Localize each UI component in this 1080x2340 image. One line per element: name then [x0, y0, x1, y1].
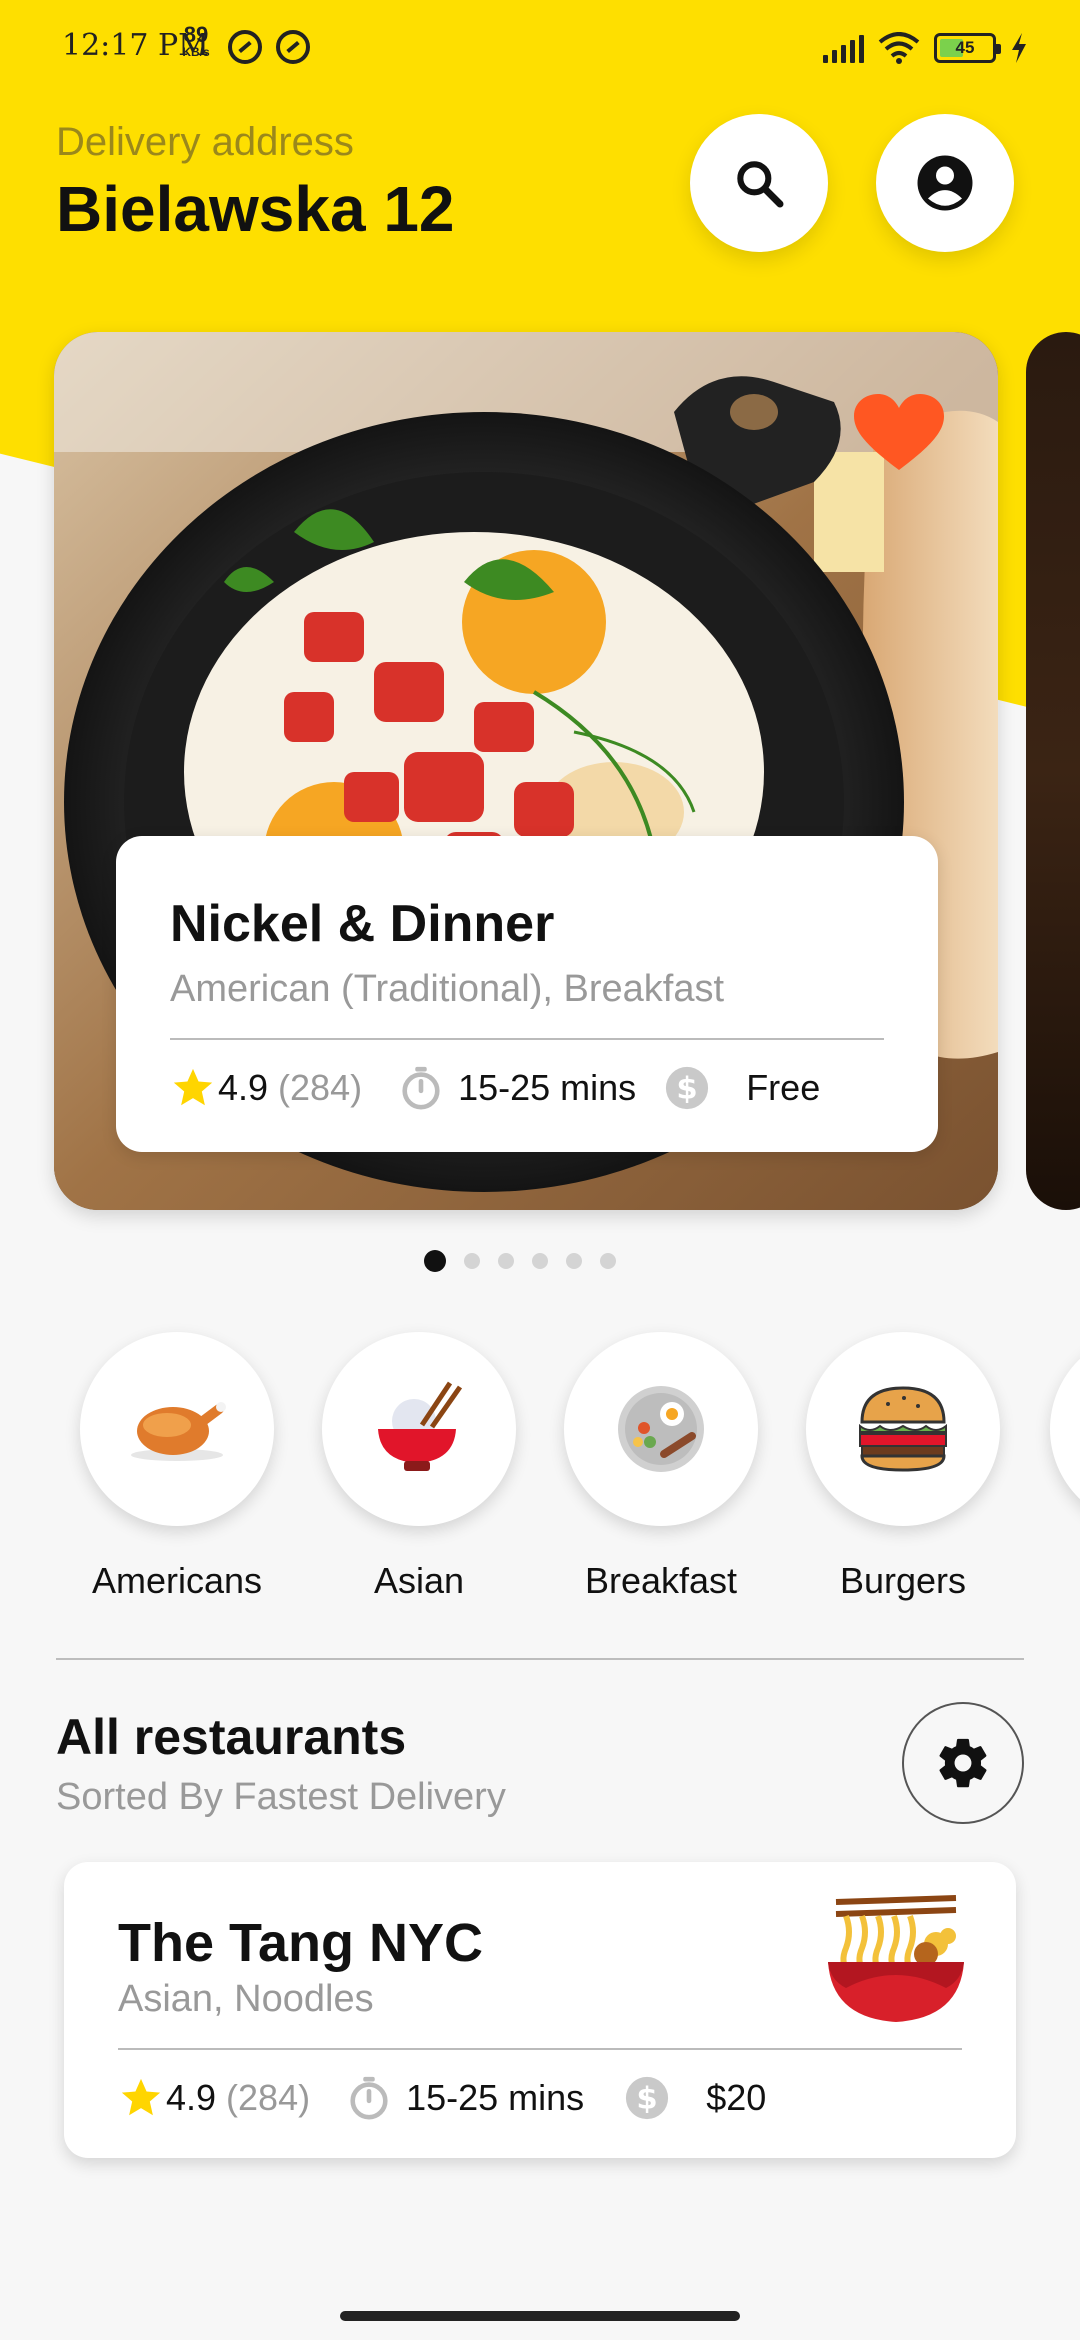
- svg-text:$: $: [637, 2082, 658, 2117]
- category-label: Americans: [91, 1560, 263, 1601]
- network-speed: 89 KB/s: [182, 22, 210, 59]
- carousel-pager: [424, 1250, 616, 1272]
- pager-dot[interactable]: [532, 1253, 548, 1269]
- sync-off-icon: [276, 30, 310, 64]
- category-americans-circle[interactable]: [80, 1332, 274, 1526]
- section-subtitle: Sorted By Fastest Delivery: [56, 1776, 506, 1818]
- category-next-partial[interactable]: [1050, 1332, 1080, 1526]
- delivery-address[interactable]: Bielawska 12: [56, 172, 455, 246]
- dollar-icon: $: [666, 1066, 709, 1110]
- featured-review-count: (284): [278, 1067, 363, 1108]
- featured-restaurant-name: Nickel & Dinner: [170, 895, 555, 953]
- category-breakfast[interactable]: Breakfast: [564, 1332, 758, 1602]
- featured-cuisine: American (Traditional), Breakfast: [170, 968, 725, 1010]
- restaurant-card[interactable]: The Tang NYC Asian, Noodles 4.9 (284) 15…: [64, 1862, 1016, 2158]
- pager-dot[interactable]: [464, 1253, 480, 1269]
- heart-icon[interactable]: [854, 394, 944, 474]
- category-label: Burgers: [839, 1560, 967, 1601]
- app-screen: 12:17 PM 89 KB/s 45 Delivery address Bie…: [0, 0, 1080, 2340]
- category-burgers-circle[interactable]: [806, 1332, 1000, 1526]
- restaurant-name: The Tang NYC: [118, 1913, 484, 1973]
- category-label: Asian: [373, 1560, 465, 1601]
- home-indicator[interactable]: [340, 2311, 740, 2321]
- category-asian-circle[interactable]: [322, 1332, 516, 1526]
- timer-icon: [402, 1066, 440, 1110]
- gear-icon: [939, 1738, 987, 1788]
- status-bar: 12:17 PM 89 KB/s 45: [0, 0, 1080, 96]
- restaurant-cuisine: Asian, Noodles: [118, 1978, 374, 2020]
- status-icons: 45: [823, 30, 1028, 66]
- signal-icon: [823, 33, 864, 63]
- sync-off-icon: [228, 30, 262, 64]
- restaurant-review-count: (284): [226, 2077, 311, 2118]
- restaurant-rating: 4.9: [166, 2077, 217, 2118]
- sort-settings-button[interactable]: [902, 1702, 1024, 1824]
- star-icon: [173, 1068, 213, 1106]
- search-icon: [737, 161, 784, 208]
- restaurant-meta: 4.9 (284) 15-25 mins $ $20: [118, 2068, 766, 2128]
- category-americans[interactable]: Americans: [80, 1332, 274, 1602]
- noodle-bowl-icon: [828, 1895, 964, 2022]
- featured-delivery-time: 15-25 mins: [458, 1067, 637, 1108]
- delivery-address-label: Delivery address: [56, 120, 354, 164]
- restaurant-delivery-time: 15-25 mins: [406, 2077, 585, 2118]
- next-featured-card[interactable]: [1026, 332, 1080, 1210]
- section-title: All restaurants: [56, 1709, 407, 1765]
- category-asian[interactable]: Asian: [322, 1332, 516, 1602]
- pager-dot[interactable]: [498, 1253, 514, 1269]
- dollar-icon: $: [626, 2076, 669, 2120]
- category-burgers[interactable]: Burgers: [806, 1332, 1000, 1602]
- account-circle-icon: [917, 155, 973, 211]
- star-icon: [121, 2078, 161, 2116]
- battery-icon: 45: [934, 33, 1001, 63]
- divider: [118, 2048, 962, 2050]
- featured-meta: 4.9 (284) 15-25 mins $ Free: [170, 1058, 884, 1118]
- restaurant-delivery-fee: $20: [706, 2077, 767, 2118]
- charging-icon: [1012, 33, 1026, 63]
- pager-dot[interactable]: [600, 1253, 616, 1269]
- featured-info-card[interactable]: Nickel & Dinner American (Traditional), …: [116, 836, 938, 1152]
- wifi-icon: [878, 32, 920, 64]
- roast-chicken-icon: [131, 1402, 226, 1461]
- breakfast-plate-icon: [618, 1386, 704, 1472]
- featured-delivery-fee: Free: [746, 1067, 821, 1108]
- search-button[interactable]: [690, 114, 828, 252]
- pager-dot[interactable]: [566, 1253, 582, 1269]
- rice-bowl-icon: [378, 1381, 463, 1471]
- featured-rating: 4.9: [218, 1067, 269, 1108]
- divider: [56, 1658, 1024, 1660]
- svg-text:$: $: [677, 1072, 698, 1107]
- timer-icon: [350, 2076, 388, 2120]
- profile-button[interactable]: [876, 114, 1014, 252]
- burger-icon: [859, 1386, 947, 1472]
- category-breakfast-circle[interactable]: [564, 1332, 758, 1526]
- divider: [170, 1038, 884, 1040]
- category-label: Breakfast: [584, 1560, 738, 1601]
- pager-dot[interactable]: [424, 1250, 446, 1272]
